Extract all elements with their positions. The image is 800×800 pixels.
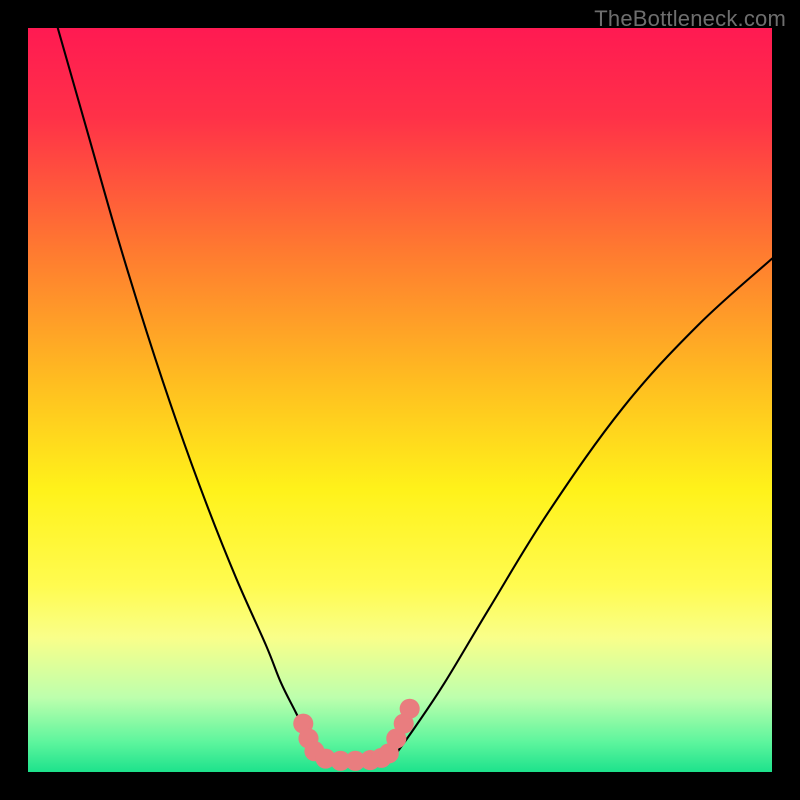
curve-left xyxy=(58,28,315,753)
bottleneck-markers xyxy=(293,699,419,771)
bottleneck-marker xyxy=(400,699,420,719)
watermark-text: TheBottleneck.com xyxy=(594,6,786,32)
chart-plot-area xyxy=(28,28,772,772)
chart-curves-layer xyxy=(28,28,772,772)
curve-right xyxy=(396,259,772,754)
